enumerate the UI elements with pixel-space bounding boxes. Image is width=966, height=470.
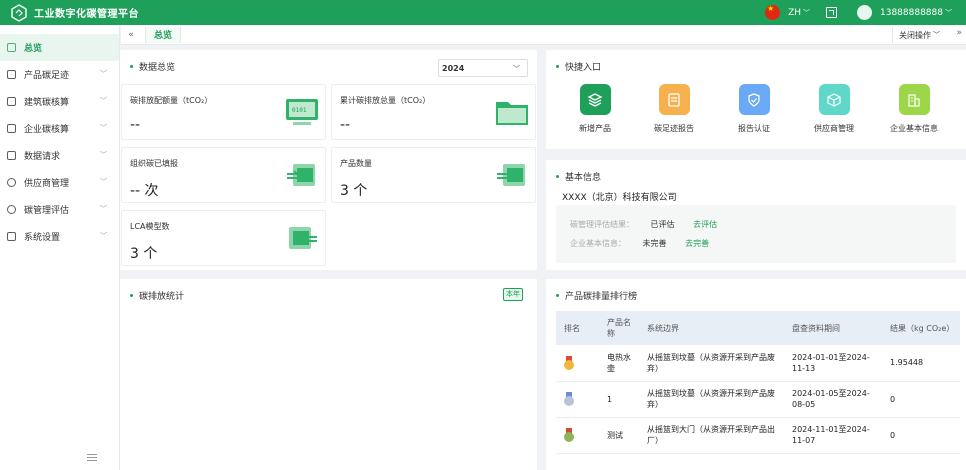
panel-title: 数据总览 xyxy=(130,60,175,73)
info-box: 碳管理评估结果： 已评估 去评估 企业基本信息： 未完善 去完善 xyxy=(556,205,956,263)
total-emission-card: 累计碳排放总量（tCO₂） -- xyxy=(331,84,536,140)
stat-value: 3 个 xyxy=(130,246,158,262)
sidebar-item-settings[interactable]: 系统设置 ﹀ xyxy=(0,223,119,250)
quick-footprint-report[interactable]: 碳足迹报告 xyxy=(644,84,704,134)
footprint-icon xyxy=(7,70,16,79)
sidebar-item-assessment[interactable]: 碳管理评估 ﹀ xyxy=(0,196,119,223)
report-icon xyxy=(658,84,690,115)
enterprise-info-row: 企业基本信息： 未完善 去完善 xyxy=(570,239,710,248)
stat-label: 产品数量 xyxy=(340,159,372,168)
quick-supplier-management[interactable]: 供应商管理 xyxy=(804,84,864,134)
table-row[interactable]: 1 从摇篮到坟墓（从资源开采到产品废弃） 2024-01-05至2024-08-… xyxy=(556,381,960,418)
sidebar-item-overview[interactable]: 总览 xyxy=(0,34,119,61)
data-request-icon xyxy=(7,151,16,160)
data-overview-panel: 数据总览 2024 ﹀ 碳排放配额量（tCO₂） -- 0101 累计碳排放总量（… xyxy=(120,50,537,270)
org-reported-card: 组织碳已填报 -- 次 xyxy=(121,147,326,203)
avatar[interactable] xyxy=(857,5,872,20)
sidebar-item-product-footprint[interactable]: 产品碳足迹 ﹀ xyxy=(0,61,119,88)
china-flag-icon[interactable] xyxy=(765,5,781,20)
ranking-table: 排名 产品名称 系统边界 盘查资料期间 结果（kg CO₂e） 电热水壶 从摇篮… xyxy=(556,311,960,454)
quick-entry-panel: 快捷入口 新增产品 碳足迹报告 报告认证 供应商管理 企业基本信息 xyxy=(546,50,966,149)
chevron-down-icon: ﹀ xyxy=(945,8,952,17)
sidebar-item-enterprise-accounting[interactable]: 企业碳核算 ﹀ xyxy=(0,115,119,142)
table-row[interactable]: 电热水壶 从摇篮到坟墓（从资源开采到产品废弃） 2024-01-01至2024-… xyxy=(556,345,960,382)
layers-icon xyxy=(579,84,611,115)
building-icon xyxy=(898,84,930,115)
menu-collapse-icon[interactable] xyxy=(87,454,97,462)
model-doc-icon xyxy=(289,227,317,249)
this-year-tag[interactable]: 本年 xyxy=(503,288,523,301)
stat-value: 3 个 xyxy=(340,183,368,199)
stat-value: -- xyxy=(130,117,141,133)
company-name: XXXX（北京）科技有限公司 xyxy=(562,193,677,203)
panel-title: 快捷入口 xyxy=(556,60,601,73)
quick-add-product[interactable]: 新增产品 xyxy=(565,84,625,134)
bronze-medal-icon xyxy=(564,428,574,442)
tab-bar: « 总览 关闭操作 ﹀ » xyxy=(121,25,966,45)
stat-label: LCA模型数 xyxy=(130,222,170,231)
chevron-down-icon: ﹀ xyxy=(100,232,107,240)
table-header: 排名 产品名称 系统边界 盘查资料期间 结果（kg CO₂e） xyxy=(556,311,960,345)
chevron-down-icon: ﹀ xyxy=(100,70,107,78)
ranking-panel: 产品碳排量排行榜 排名 产品名称 系统边界 盘查资料期间 结果（kg CO₂e）… xyxy=(546,279,966,470)
transfer-doc-icon xyxy=(287,164,315,186)
silver-medal-icon xyxy=(564,392,574,406)
stat-value: -- xyxy=(340,117,351,133)
quick-report-certification[interactable]: 报告认证 xyxy=(724,84,784,134)
app-title: 工业数字化碳管理平台 xyxy=(34,9,139,20)
chevron-down-icon: ﹀ xyxy=(803,8,810,17)
supplier-icon xyxy=(7,178,16,187)
quick-enterprise-info[interactable]: 企业基本信息 xyxy=(884,84,944,134)
basic-info-panel: 基本信息 XXXX（北京）科技有限公司 碳管理评估结果： 已评估 去评估 企业基… xyxy=(546,160,966,270)
cube-icon xyxy=(818,84,850,115)
gold-medal-icon xyxy=(564,355,574,370)
sidebar-item-supplier[interactable]: 供应商管理 ﹀ xyxy=(0,169,119,196)
stat-label: 累计碳排放总量（tCO₂） xyxy=(340,96,431,105)
product-count-card: 产品数量 3 个 xyxy=(331,147,536,203)
close-operations-dropdown[interactable]: 关闭操作 ﹀ xyxy=(892,27,946,43)
folder-icon xyxy=(496,102,528,125)
stat-value: -- 次 xyxy=(130,183,159,199)
settings-icon xyxy=(7,232,16,241)
go-complete-link[interactable]: 去完善 xyxy=(685,239,709,248)
tab-overview[interactable]: 总览 xyxy=(145,26,182,43)
language-selector[interactable]: ZH ﹀ xyxy=(788,8,810,18)
sidebar-item-data-request[interactable]: 数据请求 ﹀ xyxy=(0,142,119,169)
logo-icon xyxy=(10,3,28,22)
user-menu[interactable]: 13888888888 ﹀ xyxy=(880,8,952,18)
panel-title: 碳排放统计 xyxy=(130,289,184,302)
assessment-row: 碳管理评估结果： 已评估 去评估 xyxy=(570,220,718,229)
go-assess-link[interactable]: 去评估 xyxy=(693,220,717,229)
year-select[interactable]: 2024 ﹀ xyxy=(438,59,528,77)
chevron-down-icon: ﹀ xyxy=(100,178,107,186)
chevron-down-icon: ﹀ xyxy=(933,31,940,39)
fullscreen-icon[interactable] xyxy=(826,7,837,18)
table-row[interactable]: 测试 从摇篮到大门（从资源开采到产品出厂） 2024-11-01至2024-11… xyxy=(556,417,960,454)
top-bar: 工业数字化碳管理平台 ZH﹀ 13888888888﹀ xyxy=(0,0,966,25)
panel-title: 产品碳排量排行榜 xyxy=(556,289,637,302)
sidebar: 总览 产品碳足迹 ﹀ 建筑碳核算 ﹀ 企业碳核算 ﹀ 数据请求 ﹀ 供应商管理 … xyxy=(0,25,120,470)
stat-label: 碳排放配额量（tCO₂） xyxy=(130,96,213,105)
shield-check-icon xyxy=(738,84,770,115)
building-icon xyxy=(7,97,16,106)
chevron-down-icon: ﹀ xyxy=(513,65,520,73)
monitor-data-icon: 0101 xyxy=(286,99,318,125)
chevron-down-icon: ﹀ xyxy=(100,151,107,159)
sidebar-item-building-accounting[interactable]: 建筑碳核算 ﹀ xyxy=(0,88,119,115)
panel-title: 基本信息 xyxy=(556,170,601,183)
quota-card: 碳排放配额量（tCO₂） -- 0101 xyxy=(121,84,326,140)
lca-model-card: LCA模型数 3 个 xyxy=(121,210,326,266)
stat-label: 组织碳已填报 xyxy=(130,159,178,168)
tab-scroll-right-icon[interactable]: » xyxy=(956,28,962,38)
tab-scroll-left-icon[interactable]: « xyxy=(121,30,141,40)
dashboard-icon xyxy=(7,43,16,52)
emission-stats-panel: 碳排放统计 本年 xyxy=(120,279,537,470)
chevron-down-icon: ﹀ xyxy=(100,205,107,213)
chevron-down-icon: ﹀ xyxy=(100,97,107,105)
enterprise-icon xyxy=(7,124,16,133)
svg-text:0101: 0101 xyxy=(292,107,307,114)
chevron-down-icon: ﹀ xyxy=(100,124,107,132)
product-doc-icon xyxy=(497,164,525,186)
assessment-icon xyxy=(7,205,16,214)
